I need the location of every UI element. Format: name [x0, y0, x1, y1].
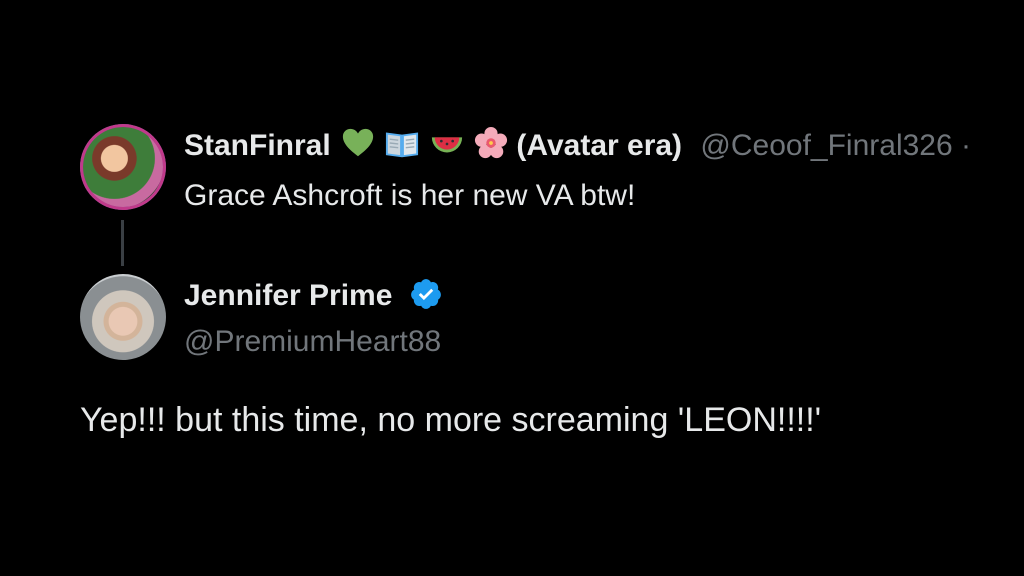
watermelon-icon	[431, 137, 462, 153]
parent-tweet[interactable]: StanFinral (Avatar era) @Ceoof_Finral326…	[80, 124, 1024, 214]
reply-display-name[interactable]: Jennifer Prime	[184, 279, 392, 312]
parent-name-suffix: (Avatar era)	[516, 129, 683, 162]
open-book-icon	[386, 132, 419, 158]
parent-tweet-text: Grace Ashcroft is her new VA btw!	[184, 179, 636, 212]
parent-display-name[interactable]: StanFinral	[184, 129, 331, 162]
cherry-blossom-icon	[475, 126, 508, 159]
reply-handle[interactable]: @PremiumHeart88	[184, 322, 441, 362]
parent-avatar[interactable]	[80, 124, 166, 210]
thread-connector-line	[121, 220, 124, 266]
tweet-thread: StanFinral (Avatar era) @Ceoof_Finral326…	[0, 0, 1024, 576]
reply-avatar[interactable]	[80, 274, 166, 360]
reply-tweet-text: Yep!!! but this time, no more screaming …	[80, 401, 822, 439]
parent-tweet-header: StanFinral (Avatar era) @Ceoof_Finral326…	[184, 126, 971, 166]
verified-badge-icon[interactable]	[409, 277, 443, 311]
reply-name-row: Jennifer Prime	[184, 276, 443, 316]
parent-handle[interactable]: @Ceoof_Finral326 ·	[700, 129, 971, 162]
green-heart-icon	[342, 128, 374, 157]
